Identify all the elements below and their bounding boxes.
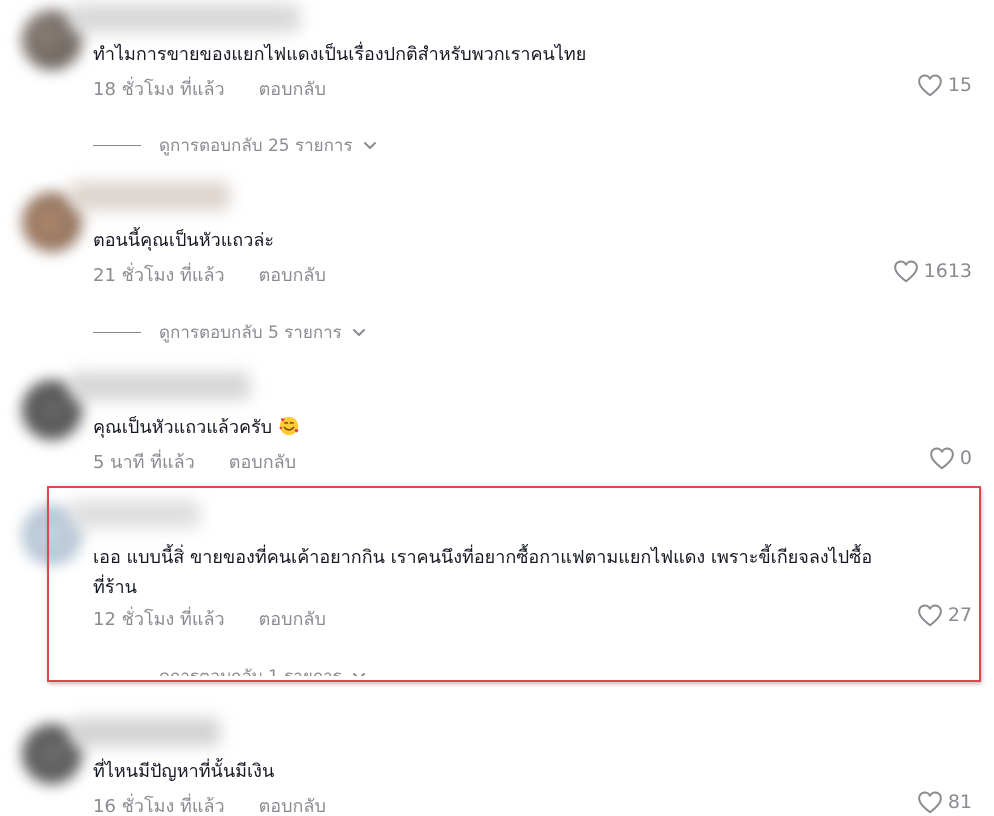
comment-text: ทำไมการขายของแยกไฟแดงเป็นเรื่องปกติสำหรั… (93, 44, 587, 65)
divider-line (93, 331, 141, 334)
view-replies-clip: ดูการตอบกลับ 1 รายการ (49, 660, 975, 676)
username-blurred[interactable] (70, 372, 250, 400)
comment-time: 18 ชั่วโมง ที่แล้ว (93, 79, 225, 100)
reply-button[interactable]: ตอบกลับ (229, 447, 296, 476)
comment-time: 16 ชั่วโมง ที่แล้ว (93, 796, 225, 816)
view-replies-label: ดูการตอบกลับ 5 รายการ (159, 323, 342, 343)
username-blurred[interactable] (70, 718, 220, 746)
like-button[interactable]: 15 (917, 73, 972, 97)
reply-button[interactable]: ตอบกลับ (259, 74, 326, 103)
comment-time: 5 นาที ที่แล้ว (93, 452, 195, 473)
comment-text: เออ แบบนี้สิ่ ขายของที่คนเค้าอยากกิน เรา… (93, 543, 966, 603)
heart-outline-icon (918, 74, 942, 97)
like-button[interactable]: 27 (917, 603, 972, 627)
reply-button[interactable]: ตอบกลับ (259, 260, 326, 289)
comment-text-line: ที่ร้าน (93, 577, 137, 598)
heart-outline-icon (918, 604, 942, 627)
reply-button[interactable]: ตอบกลับ (259, 604, 326, 633)
username-blurred[interactable] (70, 4, 300, 32)
smiling-face-with-hearts-emoji (279, 416, 299, 436)
comment-text-line: เออ แบบนี้สิ่ ขายของที่คนเค้าอยากกิน เรา… (93, 547, 873, 568)
comment-time: 12 ชั่วโมง ที่แล้ว (93, 609, 225, 630)
username-blurred[interactable] (70, 182, 230, 210)
like-button[interactable]: 1613 (893, 259, 972, 283)
view-replies-label: ดูการตอบกลับ 25 รายการ (159, 136, 353, 156)
like-count: 27 (947, 604, 972, 626)
reply-button[interactable]: ตอบกลับ (259, 791, 326, 816)
like-count: 0 (959, 447, 972, 469)
like-count: 15 (947, 74, 972, 96)
comment-meta: 5 นาที ที่แล้ว ตอบกลับ (93, 447, 296, 476)
comment-meta: 12 ชั่วโมง ที่แล้ว ตอบกลับ (93, 604, 326, 633)
like-button[interactable]: 81 (917, 790, 972, 814)
chevron-down-icon (352, 328, 366, 338)
chevron-down-icon (363, 141, 377, 151)
comment-meta: 18 ชั่วโมง ที่แล้ว ตอบกลับ (93, 74, 326, 103)
view-replies-button[interactable]: ดูการตอบกลับ 25 รายการ (93, 132, 377, 159)
view-replies-button[interactable]: ดูการตอบกลับ 5 รายการ (93, 319, 366, 346)
heart-outline-icon (930, 447, 954, 470)
comment-text-content: คุณเป็นหัวแถวแล้วครับ (93, 417, 273, 438)
like-count: 1613 (923, 260, 972, 282)
comment-list: ทำไมการขายของแยกไฟแดงเป็นเรื่องปกติสำหรั… (0, 0, 994, 816)
view-replies-button[interactable]: ดูการตอบกลับ 1 รายการ (93, 663, 366, 676)
like-button[interactable]: 0 (929, 446, 972, 470)
comment-meta: 21 ชั่วโมง ที่แล้ว ตอบกลับ (93, 260, 326, 289)
divider-line (93, 144, 141, 147)
comment-time: 21 ชั่วโมง ที่แล้ว (93, 265, 225, 286)
view-replies-label: ดูการตอบกลับ 1 รายการ (159, 663, 342, 676)
username-blurred[interactable] (70, 500, 200, 528)
heart-outline-icon (918, 791, 942, 814)
comment-meta: 16 ชั่วโมง ที่แล้ว ตอบกลับ (93, 791, 326, 816)
chevron-down-icon (352, 672, 366, 676)
like-count: 81 (947, 791, 972, 813)
heart-outline-icon (893, 260, 918, 283)
comment-text: ตอนนี้คุณเป็นหัวแถวล่ะ (93, 230, 275, 251)
comment-text: คุณเป็นหัวแถวแล้วครับ (93, 413, 966, 443)
comment-text: ที่ไหนมีปัญหาที่นั้นมีเงิน (93, 761, 275, 782)
